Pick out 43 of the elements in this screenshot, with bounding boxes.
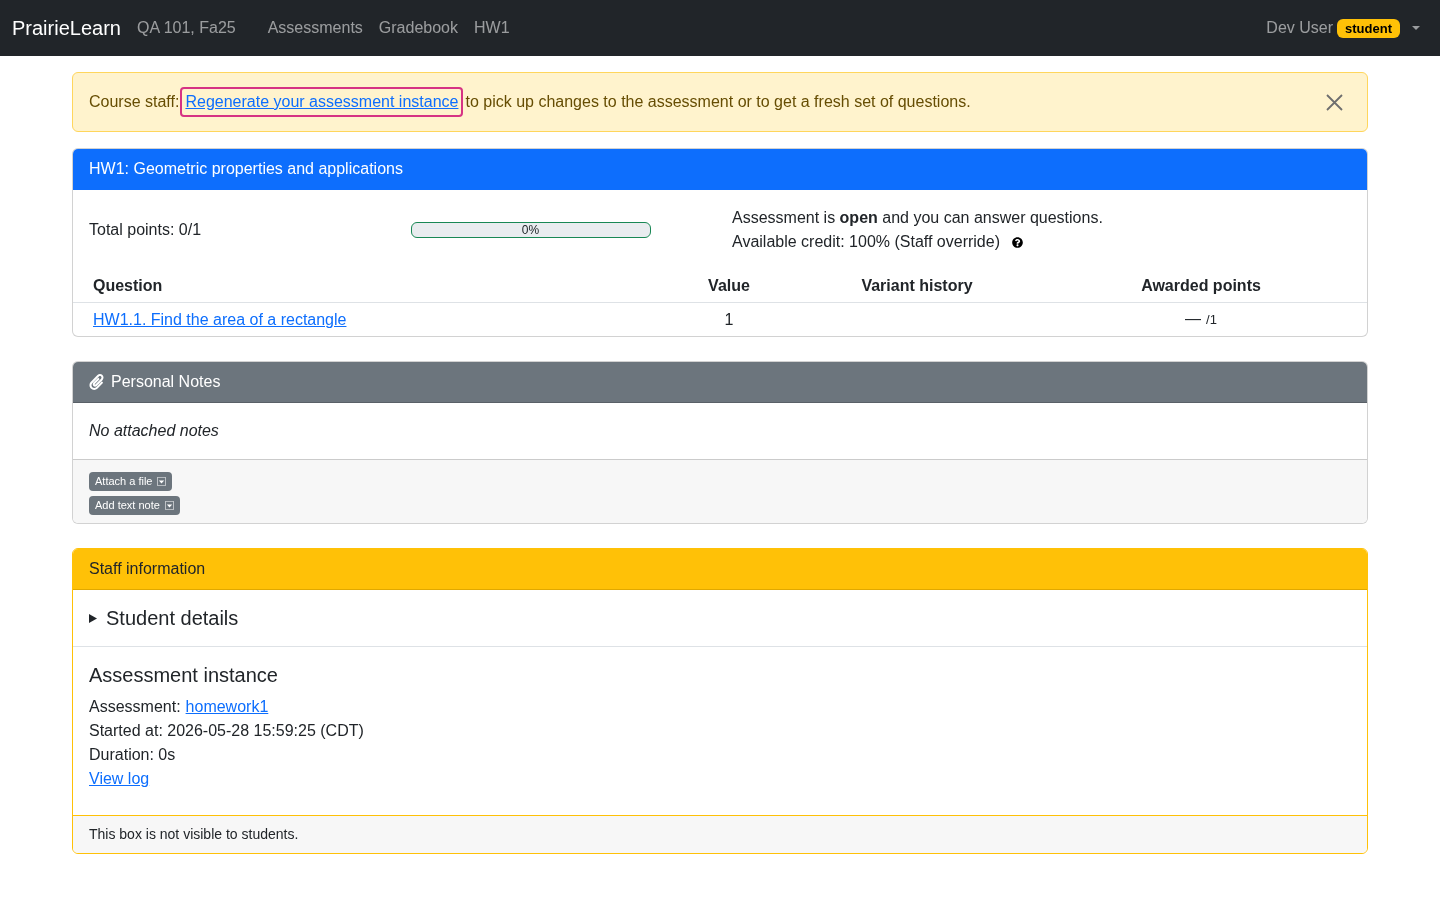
card-title: Staff information — [89, 559, 206, 579]
card-title: HW1: Geometric properties and applications — [89, 159, 403, 179]
course-link[interactable]: QA 101, Fa25 — [136, 16, 236, 40]
column-header: Variant history — [785, 270, 1049, 303]
details-toggle[interactable]: Student details — [89, 606, 239, 630]
column-header: Value — [673, 270, 785, 303]
max-points-text: /1 — [1206, 312, 1217, 327]
brand-link[interactable]: PrairieLearn — [12, 13, 121, 43]
column-header: Awarded points — [1049, 270, 1367, 303]
column-header: Question — [73, 270, 673, 303]
status-text: Assessment is open and you can answer questions. — [732, 208, 1104, 228]
help-icon[interactable] — [1012, 236, 1023, 248]
card-title: Personal Notes — [111, 372, 221, 392]
nav-link[interactable]: Assessments — [259, 8, 371, 48]
paperclip-icon — [89, 374, 104, 390]
caret-square-icon — [157, 477, 167, 486]
info-text: Started at: 2026-05-28 15:59:25 (CDT) — [89, 721, 365, 741]
info-label: Assessment: — [89, 697, 181, 717]
note-button[interactable]: Add text note — [89, 496, 180, 515]
info-text: Duration: 0s — [89, 745, 177, 765]
progress-label: 0% — [521, 223, 540, 237]
empty-notes-text: No attached notes — [89, 422, 219, 439]
table-cell: 1 — [673, 302, 785, 336]
footer-note: This box is not visible to students. — [89, 825, 299, 844]
total-points-text: Total points: 0/1 — [89, 220, 203, 240]
view-log-link[interactable]: View log — [89, 767, 150, 791]
close-icon — [1326, 93, 1343, 111]
question-link[interactable]: HW1.1. Find the area of a rectangle — [93, 310, 347, 328]
note-button[interactable]: Attach a file — [89, 472, 173, 491]
nav-link[interactable]: HW1 — [466, 8, 518, 48]
caret-icon — [1412, 26, 1420, 30]
awarded-points-text: — — [1185, 310, 1202, 327]
alert-text: to pick up changes to the assessment or to get a fresh set of questions. — [465, 92, 971, 112]
alert-text: Course staff: — [89, 92, 180, 112]
credit-text: Available credit: 100% (Staff override) — [732, 232, 1000, 252]
role-badge: student — [1337, 18, 1400, 38]
caret-square-icon — [164, 501, 174, 510]
regenerate-link[interactable]: Regenerate your assessment instance — [180, 87, 464, 117]
user-menu-button[interactable]: Dev User student — [1266, 8, 1420, 48]
section-title: Assessment instance — [89, 663, 279, 687]
assessment-link[interactable]: homework1 — [185, 695, 269, 719]
close-button[interactable] — [1326, 93, 1343, 111]
nav-link[interactable]: Gradebook — [370, 8, 466, 48]
